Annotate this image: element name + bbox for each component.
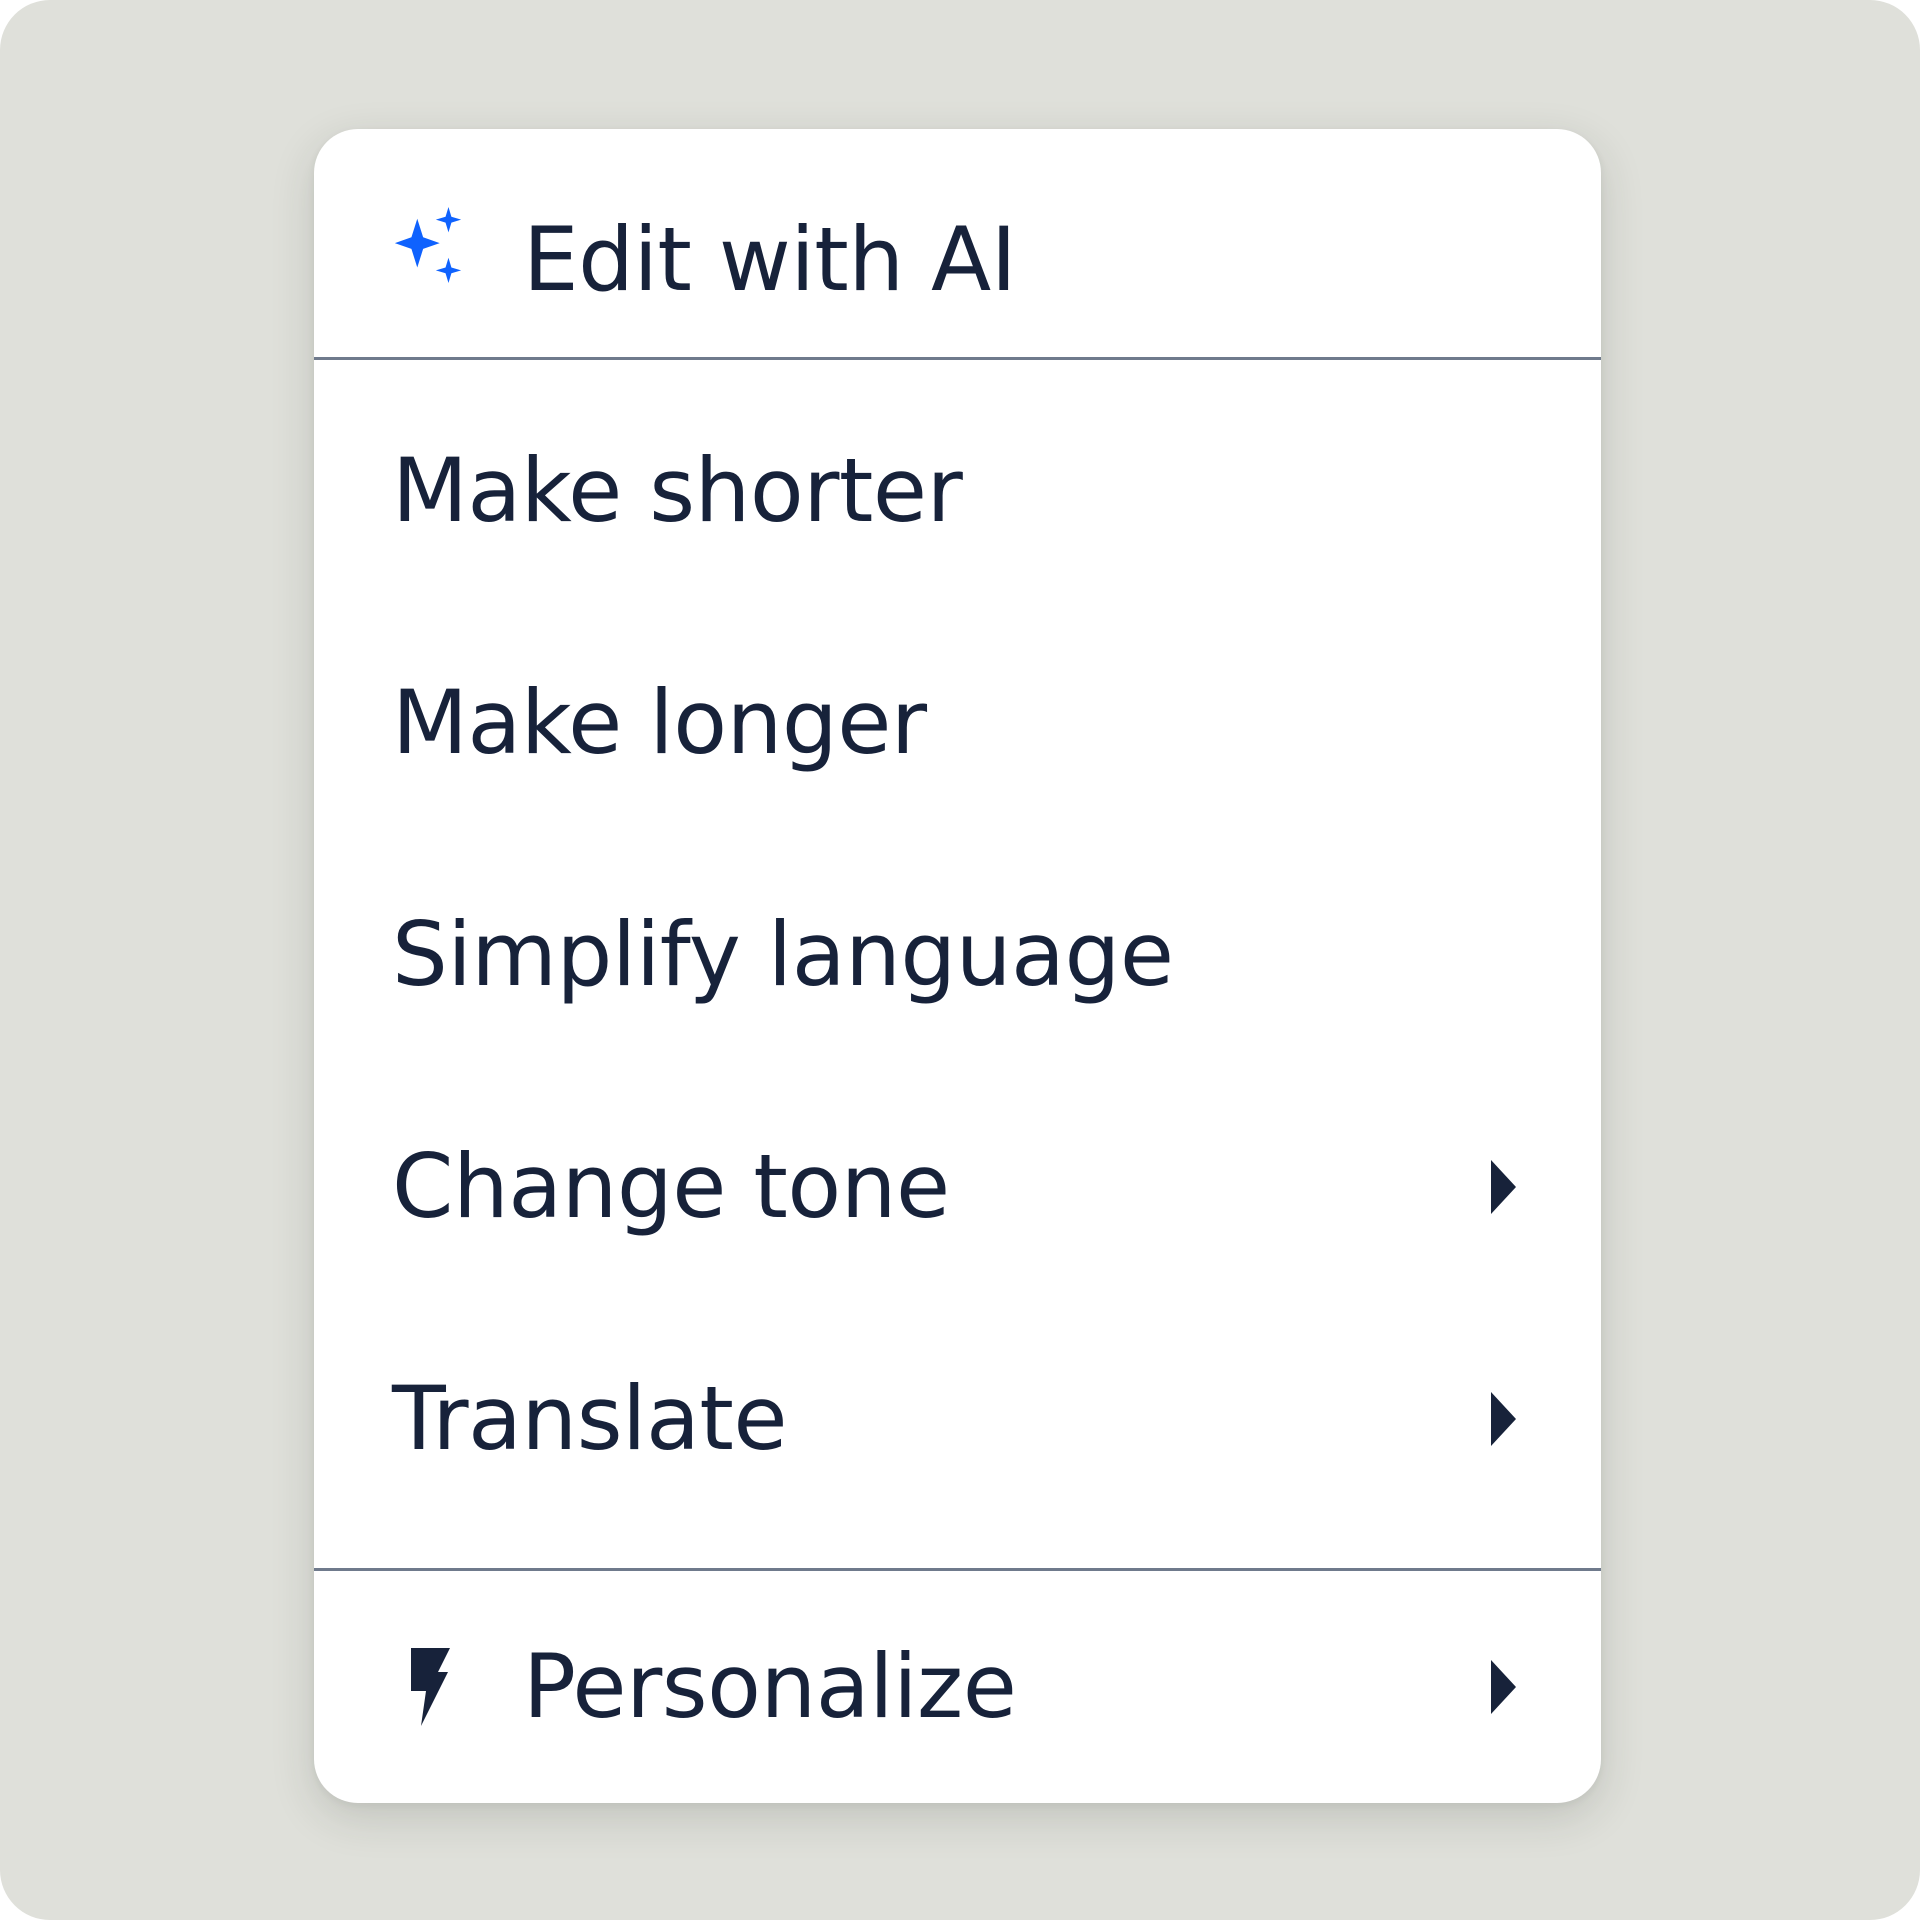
ai-sparkle-icon: [389, 207, 467, 285]
menu-item-personalize[interactable]: Personalize: [314, 1571, 1601, 1803]
menu-item-label: Change tone: [392, 1135, 950, 1238]
chevron-right-icon: [1488, 1660, 1518, 1714]
menu-item-make-shorter[interactable]: Make shorter: [314, 375, 1601, 607]
menu-item-change-tone[interactable]: Change tone: [314, 1071, 1601, 1303]
menu-item-label: Translate: [392, 1367, 788, 1470]
menu-title: Edit with AI: [523, 207, 1017, 311]
menu-item-label: Make shorter: [392, 439, 963, 542]
divider: [314, 357, 1601, 360]
menu-header: Edit with AI: [314, 129, 1601, 357]
chevron-right-icon: [1488, 1160, 1518, 1214]
background-frame: Edit with AI Make shorter Make longer Si…: [0, 0, 1920, 1920]
ai-edit-menu: Edit with AI Make shorter Make longer Si…: [314, 129, 1601, 1803]
menu-item-make-longer[interactable]: Make longer: [314, 607, 1601, 839]
lightning-bolt-icon: [404, 1648, 450, 1726]
menu-item-simplify-language[interactable]: Simplify language: [314, 839, 1601, 1071]
menu-item-label: Personalize: [523, 1635, 1017, 1738]
menu-item-label: Simplify language: [392, 903, 1174, 1006]
menu-item-label: Make longer: [392, 671, 927, 774]
menu-item-translate[interactable]: Translate: [314, 1303, 1601, 1535]
chevron-right-icon: [1488, 1392, 1518, 1446]
